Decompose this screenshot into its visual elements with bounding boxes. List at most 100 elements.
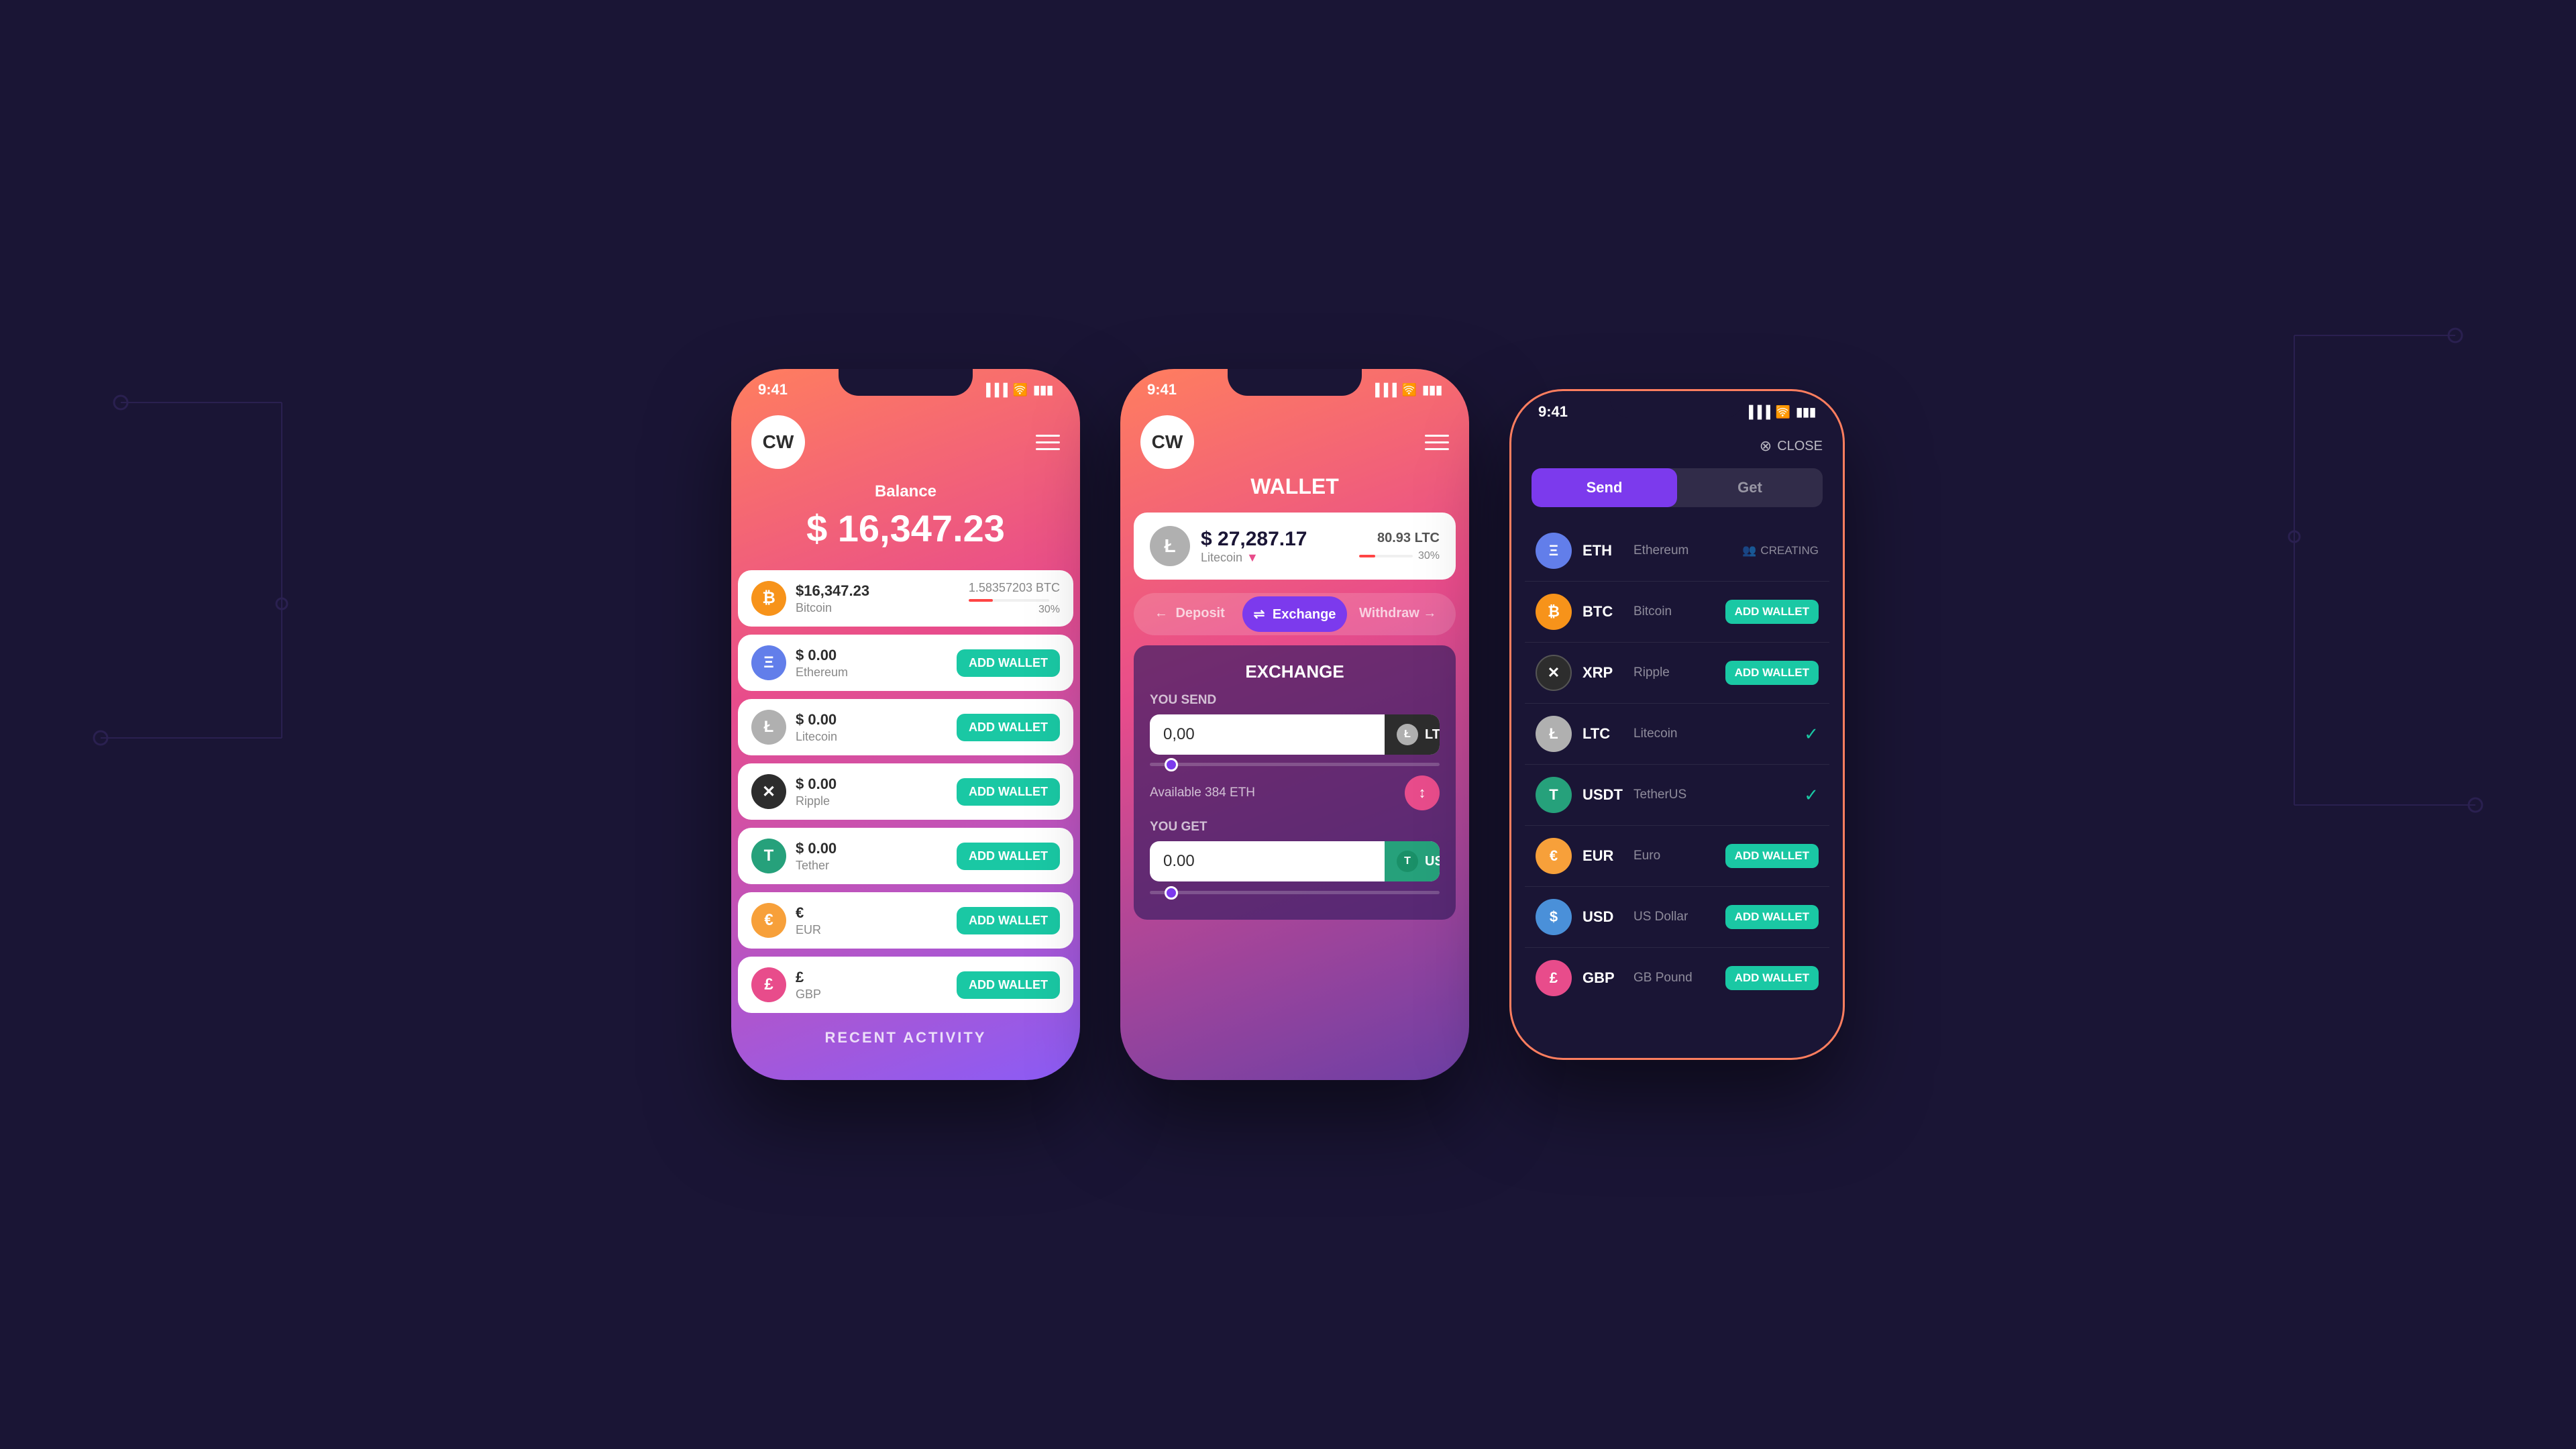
send-slider[interactable] [1150, 763, 1440, 766]
btc-progress-label: 30% [969, 604, 1060, 616]
usdt-curr-name: TetherUS [1633, 788, 1793, 802]
eth-curr-name: Ethereum [1633, 543, 1731, 558]
usdt-coin-icon: T [1397, 851, 1418, 872]
crypto-item-gbp[interactable]: £ £ GBP ADD WALLET [738, 957, 1073, 1013]
currency-item-btc[interactable]: ₿ BTC Bitcoin ADD WALLET [1525, 582, 1829, 643]
usd-curr-icon: $ [1536, 899, 1572, 935]
crypto-item-btc[interactable]: ₿ $16,347.23 Bitcoin 1.58357203 BTC 30% [738, 570, 1073, 627]
deposit-icon: ← [1155, 606, 1168, 621]
eur-add-wallet-btn[interactable]: ADD WALLET [1725, 844, 1819, 868]
crypto-item-ltc[interactable]: Ł $ 0.00 Litecoin ADD WALLET [738, 699, 1073, 755]
usd-add-wallet-btn[interactable]: ADD WALLET [1725, 905, 1819, 929]
usdt-curr-icon: T [1536, 777, 1572, 813]
currency-item-usdt[interactable]: T USDT TetherUS ✓ [1525, 765, 1829, 826]
phone3-header: ⊗ CLOSE [1511, 424, 1843, 462]
balance-amount: $ 16,347.23 [731, 506, 1080, 550]
wallet-card-name: Litecoin ▼ [1201, 551, 1348, 565]
crypto-info-btc: $16,347.23 Bitcoin [796, 582, 959, 615]
balance-section: Balance $ 16,347.23 [731, 476, 1080, 570]
get-input[interactable] [1150, 841, 1385, 881]
wallet-card-info: $ 27,287.17 Litecoin ▼ [1201, 528, 1348, 565]
ltc-curr-symbol: LTC [1582, 725, 1623, 743]
currency-item-ltc[interactable]: Ł LTC Litecoin ✓ [1525, 704, 1829, 765]
btc-add-wallet-btn[interactable]: ADD WALLET [1725, 600, 1819, 624]
get-slider-thumb [1165, 886, 1178, 900]
wallet-card-crypto: 80.93 LTC [1359, 531, 1440, 546]
swap-button[interactable]: ↕ [1405, 775, 1440, 810]
btc-right: 1.58357203 BTC 30% [969, 581, 1060, 616]
send-slider-thumb [1165, 758, 1178, 771]
eur-add-wallet-btn[interactable]: ADD WALLET [957, 907, 1060, 934]
xrp-icon: ✕ [751, 774, 786, 809]
crypto-item-eur[interactable]: € € EUR ADD WALLET [738, 892, 1073, 949]
signal-icon: ▐▐▐ [982, 383, 1008, 397]
gbp-curr-icon: £ [1536, 960, 1572, 996]
gbp-add-wallet-btn[interactable]: ADD WALLET [1725, 966, 1819, 990]
btc-crypto-amount: 1.58357203 BTC [969, 581, 1060, 595]
ltc-add-wallet-btn[interactable]: ADD WALLET [957, 714, 1060, 741]
currency-item-xrp[interactable]: ✕ XRP Ripple ADD WALLET [1525, 643, 1829, 704]
get-currency-btn[interactable]: T USDT ▶ [1385, 841, 1440, 881]
crypto-info-xrp: $ 0.00 Ripple [796, 775, 947, 808]
gbp-add-wallet-btn[interactable]: ADD WALLET [957, 971, 1060, 999]
send-input[interactable] [1150, 714, 1385, 755]
xrp-add-wallet-btn[interactable]: ADD WALLET [1725, 661, 1819, 685]
menu-button-1[interactable] [1036, 435, 1060, 450]
send-currency-btn[interactable]: Ł LTC ▶ [1385, 714, 1440, 755]
menu-button-2[interactable] [1425, 435, 1449, 450]
wallet-card-percent: 30% [1418, 550, 1440, 562]
xrp-name: Ripple [796, 794, 947, 808]
gbp-amount: £ [796, 969, 947, 986]
eth-creating-action: 👥 CREATING [1742, 544, 1819, 557]
usdt-add-wallet-btn[interactable]: ADD WALLET [957, 843, 1060, 870]
currency-item-usd[interactable]: $ USD US Dollar ADD WALLET [1525, 887, 1829, 948]
crypto-item-eth[interactable]: Ξ $ 0.00 Ethereum ADD WALLET [738, 635, 1073, 691]
ltc-name: Litecoin [796, 730, 947, 744]
btc-name: Bitcoin [796, 601, 959, 615]
time-2: 9:41 [1147, 381, 1177, 398]
currency-item-eur[interactable]: € EUR Euro ADD WALLET [1525, 826, 1829, 887]
phone-1: 9:41 ▐▐▐ 🛜 ▮▮▮ CW Balance $ 16,347.23 ₿ [731, 369, 1080, 1080]
xrp-curr-name: Ripple [1633, 665, 1715, 680]
eth-add-wallet-btn[interactable]: ADD WALLET [957, 649, 1060, 677]
exchange-title: EXCHANGE [1150, 661, 1440, 682]
eur-amount: € [796, 904, 947, 922]
withdraw-icon: → [1423, 606, 1436, 621]
eth-curr-symbol: ETH [1582, 542, 1623, 559]
currency-item-eth[interactable]: Ξ ETH Ethereum 👥 CREATING [1525, 521, 1829, 582]
logo-2: CW [1140, 415, 1194, 469]
xrp-curr-symbol: XRP [1582, 664, 1623, 682]
send-tab[interactable]: Send [1532, 468, 1677, 507]
crypto-item-xrp[interactable]: ✕ $ 0.00 Ripple ADD WALLET [738, 763, 1073, 820]
tab-exchange[interactable]: ⇌ Exchange [1242, 596, 1348, 632]
ltc-check-icon: ✓ [1804, 724, 1819, 745]
xrp-curr-icon: ✕ [1536, 655, 1572, 691]
wallet-card-progress: 30% [1359, 550, 1440, 562]
crypto-info-eur: € EUR [796, 904, 947, 937]
wallet-coin-arrow: ▼ [1246, 551, 1258, 565]
phone2-header: CW [1120, 402, 1469, 469]
crypto-list: ₿ $16,347.23 Bitcoin 1.58357203 BTC 30% … [731, 570, 1080, 1013]
btc-curr-name: Bitcoin [1633, 604, 1715, 619]
signal-icon-2: ▐▐▐ [1371, 383, 1397, 397]
btc-progress: 30% [969, 599, 1060, 616]
tab-deposit[interactable]: ← Deposit [1137, 596, 1242, 632]
wifi-icon-2: 🛜 [1402, 383, 1417, 397]
recent-activity: RECENT ACTIVITY [731, 1013, 1080, 1060]
available-text: Available 384 ETH [1150, 786, 1255, 800]
usdt-check-icon: ✓ [1804, 785, 1819, 806]
ltc-amount: $ 0.00 [796, 711, 947, 729]
xrp-add-wallet-btn[interactable]: ADD WALLET [957, 778, 1060, 806]
close-button[interactable]: ⊗ CLOSE [1760, 437, 1823, 455]
currency-item-gbp[interactable]: £ GBP GB Pound ADD WALLET [1525, 948, 1829, 1008]
crypto-item-usdt[interactable]: T $ 0.00 Tether ADD WALLET [738, 828, 1073, 884]
get-tab[interactable]: Get [1677, 468, 1823, 507]
wallet-card-icon: Ł [1150, 526, 1190, 566]
btc-amount: $16,347.23 [796, 582, 959, 600]
get-slider[interactable] [1150, 891, 1440, 894]
phone1-header: CW [731, 402, 1080, 476]
eur-curr-name: Euro [1633, 849, 1715, 863]
battery-icon-3: ▮▮▮ [1796, 405, 1816, 419]
tab-withdraw[interactable]: Withdraw → [1347, 596, 1452, 632]
you-get-label: YOU GET [1150, 820, 1440, 835]
